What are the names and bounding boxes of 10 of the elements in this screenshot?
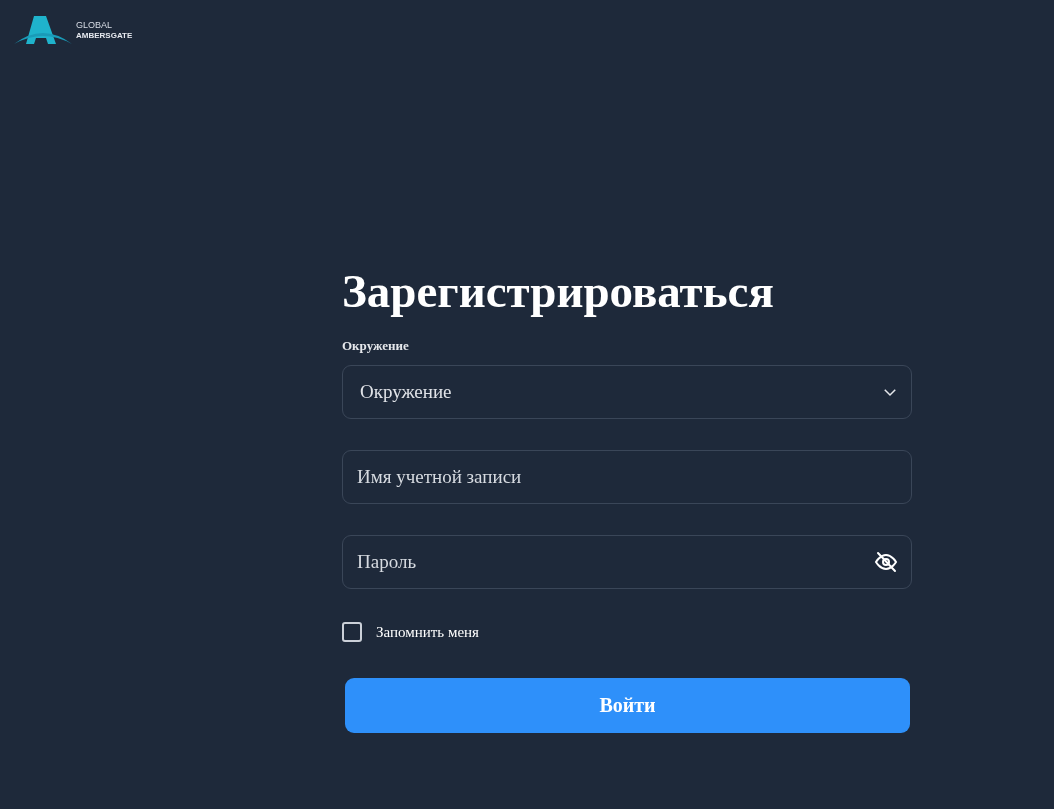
field-label: Окружение	[342, 338, 410, 354]
remember-checkbox[interactable]	[342, 622, 362, 642]
environment-select[interactable]: Окружение	[342, 365, 912, 419]
remember-label: Запомнить меня	[376, 623, 479, 641]
password-field[interactable]: Пароль	[342, 535, 912, 589]
logo-text: GLOBAL	[76, 20, 114, 30]
eye-off-icon[interactable]	[874, 550, 898, 574]
logo-text: AMBERSGATE	[76, 31, 133, 40]
page-title: Зарегистрироваться	[342, 268, 775, 315]
username-field[interactable]: Имя учетной записи	[342, 450, 912, 504]
